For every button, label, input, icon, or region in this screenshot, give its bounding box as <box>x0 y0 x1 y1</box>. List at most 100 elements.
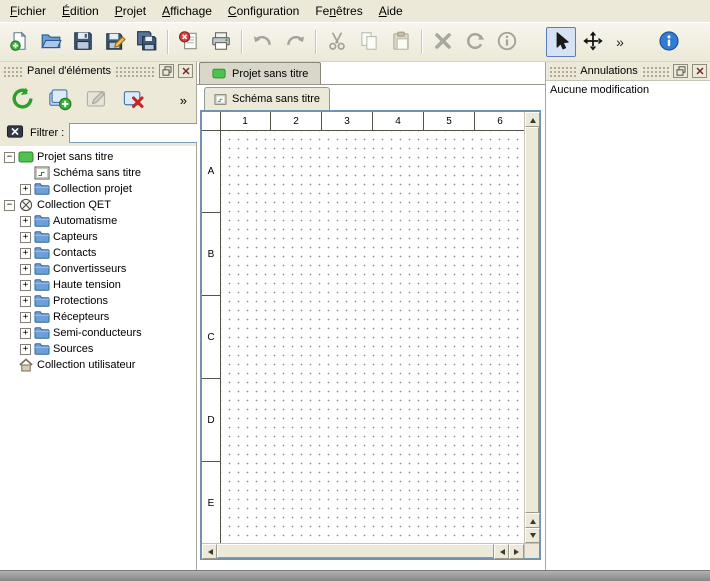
tree-item-capteurs[interactable]: +Capteurs <box>0 229 196 245</box>
pan-mode-button[interactable] <box>578 27 608 57</box>
column-label-3: 3 <box>322 112 373 130</box>
menu-fenetres[interactable]: Fenêtres <box>307 1 370 21</box>
tree-item-contacts[interactable]: +Contacts <box>0 245 196 261</box>
save-button[interactable] <box>68 27 98 57</box>
tree-item-label: Collection projet <box>53 183 132 195</box>
hscroll-right-button[interactable] <box>509 544 524 559</box>
elements-panel-titlebar[interactable]: Panel d'éléments <box>0 62 196 80</box>
tree-item-sources[interactable]: + Sources <box>0 341 196 357</box>
reload-collections-button[interactable] <box>6 84 38 116</box>
elements-tree: −Projet sans titreSchéma sans titre + Coll… <box>0 146 196 570</box>
float-panel-button[interactable] <box>159 64 174 78</box>
float-icon <box>162 64 172 79</box>
expand-icon[interactable]: + <box>20 280 31 291</box>
close-panel-button[interactable] <box>178 64 193 78</box>
hscroll-left-button[interactable] <box>202 544 217 559</box>
tree-item-projet-sans-titre[interactable]: −Projet sans titre <box>0 149 196 165</box>
left-arrow-icon <box>205 549 213 555</box>
new-element-button[interactable] <box>43 84 75 116</box>
column-label-1: 1 <box>220 112 271 130</box>
tree-item-collection-utilisateur[interactable]: Collection utilisateur <box>0 357 196 373</box>
menu-configuration[interactable]: Configuration <box>220 1 307 21</box>
open-folder-icon <box>40 30 62 55</box>
expand-icon[interactable]: + <box>20 216 31 227</box>
collapse-icon[interactable]: − <box>4 152 15 163</box>
save-as-button[interactable] <box>100 27 130 57</box>
undo-arrow-icon <box>252 30 274 55</box>
tree-item-collection-qet[interactable]: −Collection QET <box>0 197 196 213</box>
schema-window: Schéma sans titre 123456 ABCDE <box>197 85 545 570</box>
elements-toolbar-overflow[interactable]: » <box>180 93 190 108</box>
rotate-selection-button <box>460 27 490 57</box>
float-panel-button[interactable] <box>673 64 688 78</box>
print-button[interactable] <box>206 27 236 57</box>
menu-edition[interactable]: Édition <box>54 1 107 21</box>
tree-item-recepteurs[interactable]: +Récepteurs <box>0 309 196 325</box>
close-panel-button[interactable] <box>692 64 707 78</box>
delete-element-button[interactable] <box>117 84 149 116</box>
project-icon <box>212 68 226 79</box>
row-label-a: A <box>202 130 220 213</box>
hscroll-left-end-button[interactable] <box>494 544 509 559</box>
menu-projet[interactable]: Projet <box>107 1 154 21</box>
expand-icon[interactable]: + <box>20 312 31 323</box>
tree-item-haute-tension[interactable]: +Haute tension <box>0 277 196 293</box>
toolbar-group <box>248 27 310 57</box>
hscroll-thumb[interactable] <box>217 544 494 558</box>
menu-aide[interactable]: Aide <box>371 1 411 21</box>
vscroll-up-button[interactable] <box>525 513 540 528</box>
open-button[interactable] <box>36 27 66 57</box>
horizontal-scrollbar[interactable] <box>202 543 524 558</box>
vscroll-up-top-button[interactable] <box>525 112 540 127</box>
toolbar-group <box>654 27 684 57</box>
project-tab-label: Projet sans titre <box>232 68 308 80</box>
toolbar-extension-button[interactable]: » <box>610 27 630 57</box>
vertical-scrollbar[interactable] <box>524 112 539 543</box>
tree-item-label: Sources <box>53 343 93 355</box>
toolbar-group <box>4 27 162 57</box>
clear-filter-button[interactable] <box>5 124 25 143</box>
vscroll-thumb[interactable] <box>525 127 539 513</box>
collapse-icon[interactable]: − <box>4 200 15 211</box>
new-document-button[interactable] <box>4 27 34 57</box>
tab-schema-sans-titre[interactable]: Schéma sans titre <box>204 87 330 110</box>
tree-item-semi-conducteurs[interactable]: +Semi-conducteurs <box>0 325 196 341</box>
undo-empty-text: Aucune modification <box>546 81 710 99</box>
expand-icon[interactable]: + <box>20 344 31 355</box>
expand-icon[interactable]: + <box>20 232 31 243</box>
tree-item-collection-projet[interactable]: + Collection projet <box>0 181 196 197</box>
menu-affichage[interactable]: Affichage <box>154 1 220 21</box>
move-cross-icon <box>582 30 604 55</box>
expand-icon[interactable]: + <box>20 296 31 307</box>
copy-pages-icon <box>358 30 380 55</box>
expand-icon[interactable]: + <box>20 184 31 195</box>
save-icon <box>72 30 94 55</box>
column-label-6: 6 <box>475 112 524 130</box>
tree-item-convertisseurs[interactable]: +Convertisseurs <box>0 261 196 277</box>
schema-canvas[interactable]: 123456 ABCDE <box>202 112 524 543</box>
tree-item-automatisme[interactable]: +Automatisme <box>0 213 196 229</box>
expand-icon[interactable]: + <box>20 248 31 259</box>
undo-panel-titlebar[interactable]: Annulations <box>546 62 710 80</box>
info-circle-gray-icon <box>496 30 518 55</box>
vscroll-down-button[interactable] <box>525 528 540 543</box>
row-label-b: B <box>202 213 220 296</box>
close-file-button[interactable] <box>174 27 204 57</box>
save-all-icon <box>136 30 158 55</box>
schema-grid[interactable] <box>221 131 524 543</box>
tree-item-protections[interactable]: +Protections <box>0 293 196 309</box>
row-header: ABCDE <box>202 130 221 543</box>
expand-icon[interactable]: + <box>20 328 31 339</box>
float-icon <box>676 64 686 79</box>
tab-projet-sans-titre[interactable]: Projet sans titre <box>199 62 321 84</box>
filter-label: Filtrer : <box>30 127 64 139</box>
undo-list[interactable]: Aucune modification <box>546 80 710 570</box>
save-all-button[interactable] <box>132 27 162 57</box>
new-element-icon <box>47 86 72 114</box>
menu-fichier[interactable]: Fichier <box>2 1 54 21</box>
tree-item-schema-sans-titre[interactable]: Schéma sans titre <box>0 165 196 181</box>
selection-mode-button[interactable] <box>546 27 576 57</box>
about-button[interactable] <box>654 27 684 57</box>
row-label-d: D <box>202 379 220 462</box>
expand-icon[interactable]: + <box>20 264 31 275</box>
